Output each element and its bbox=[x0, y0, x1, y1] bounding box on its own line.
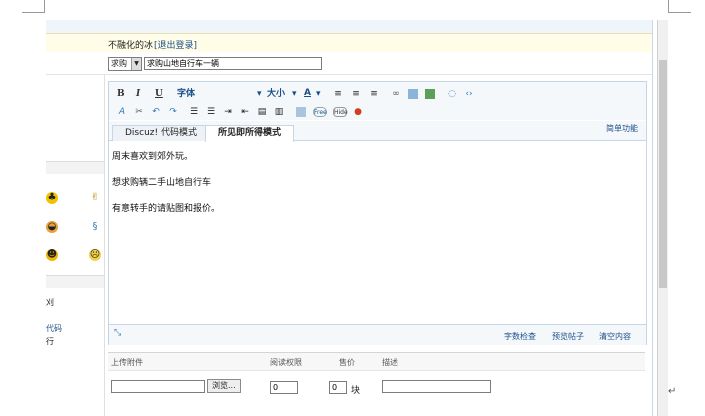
chevron-down-icon[interactable]: ▾ bbox=[257, 88, 262, 100]
subject-input[interactable] bbox=[144, 57, 322, 70]
scrollbar[interactable] bbox=[657, 20, 668, 416]
word-count-link[interactable]: 字数检查 bbox=[504, 331, 536, 342]
top-bar bbox=[46, 20, 652, 33]
logout-link[interactable]: [退出登录] bbox=[154, 38, 197, 51]
outdent-icon[interactable]: ⇤ bbox=[240, 107, 250, 117]
smiley-icon[interactable]: ☹ bbox=[89, 249, 101, 261]
flash-icon[interactable]: ● bbox=[353, 107, 363, 117]
swirl-icon[interactable]: § bbox=[89, 221, 101, 233]
smiley-icon[interactable]: ☻ bbox=[46, 249, 58, 261]
left-column: ♣ ✌ ◒ § ☻ ☹ 刈 代码 行 bbox=[46, 75, 105, 416]
page-corner-mark bbox=[668, 0, 691, 13]
editor-footer: ⤡ 字数检查 预览帖子 清空内容 bbox=[109, 324, 646, 345]
scrollbar-thumb[interactable] bbox=[659, 60, 667, 288]
ordered-list-icon[interactable]: ☰ bbox=[189, 107, 199, 117]
section-header bbox=[46, 276, 104, 288]
attachment-section: 上传附件 阅读权限 售价 描述 浏览... 块 bbox=[108, 352, 645, 416]
subject-row: 求购 ▼ bbox=[46, 52, 652, 75]
left-item: 行 bbox=[46, 337, 54, 346]
image-icon[interactable] bbox=[408, 89, 418, 99]
code-icon[interactable]: ‹› bbox=[464, 89, 474, 99]
header-upload: 上传附件 bbox=[111, 358, 143, 367]
clear-format-icon[interactable]: A bbox=[117, 107, 127, 117]
italic-button[interactable]: I bbox=[136, 88, 140, 100]
content-line: 有意转手的请贴图和报价。 bbox=[112, 204, 221, 214]
float-left-icon[interactable]: ▤ bbox=[257, 107, 267, 117]
header-price: 售价 bbox=[339, 358, 355, 367]
chevron-down-icon: ▼ bbox=[131, 58, 141, 70]
unordered-list-icon[interactable]: ☰ bbox=[206, 107, 216, 117]
left-item: 刈 bbox=[46, 298, 54, 307]
align-center-icon[interactable]: ≡ bbox=[351, 89, 361, 99]
login-bar: 不融化的冰 [退出登录] bbox=[46, 33, 652, 53]
editor-mode-tabs: Discuz! 代码模式 所见即所得模式 简单功能 bbox=[109, 121, 646, 142]
table-icon[interactable] bbox=[296, 107, 306, 117]
content-line: 想求购辆二手山地自行车 bbox=[112, 178, 212, 188]
tab-code-mode[interactable]: Discuz! 代码模式 bbox=[112, 125, 210, 141]
content-line: 周末喜欢到郊外玩。 bbox=[112, 152, 194, 162]
smiley-icon[interactable]: ◒ bbox=[46, 221, 58, 233]
tab-wysiwyg-mode[interactable]: 所见即所得模式 bbox=[205, 125, 295, 142]
price-unit: 块 bbox=[351, 386, 361, 396]
chevron-down-icon[interactable]: ▾ bbox=[292, 88, 297, 100]
page-corner-mark bbox=[22, 0, 45, 13]
undo-icon[interactable]: ↶ bbox=[151, 107, 161, 117]
post-editor: B I U 字体 ▾ 大小 ▾ A ▾ ≡ ≡ ≡ ∞ ◌ ‹› A ✂ ↶ ↷… bbox=[108, 81, 647, 345]
media-icon[interactable] bbox=[425, 89, 435, 99]
resize-icon[interactable]: ⤡ bbox=[114, 328, 121, 338]
chevron-down-icon[interactable]: ▾ bbox=[316, 88, 321, 100]
simple-mode-link[interactable]: 简单功能 bbox=[606, 123, 638, 134]
price-input[interactable] bbox=[329, 381, 347, 394]
redo-icon[interactable]: ↷ bbox=[168, 107, 178, 117]
smiley-icon[interactable]: ♣ bbox=[46, 192, 58, 204]
font-select[interactable]: 字体 bbox=[177, 88, 195, 100]
description-input[interactable] bbox=[382, 380, 491, 393]
font-color-icon[interactable]: A bbox=[304, 87, 311, 99]
bold-button[interactable]: B bbox=[117, 88, 125, 100]
align-right-icon[interactable]: ≡ bbox=[369, 89, 379, 99]
preview-link[interactable]: 预览帖子 bbox=[552, 331, 584, 342]
attachment-header: 上传附件 阅读权限 售价 描述 bbox=[108, 352, 645, 371]
quote-icon[interactable]: ◌ bbox=[447, 89, 457, 99]
header-permission: 阅读权限 bbox=[270, 358, 302, 367]
browse-button[interactable]: 浏览... bbox=[207, 379, 241, 393]
size-select[interactable]: 大小 bbox=[267, 88, 285, 100]
float-right-icon[interactable]: ▥ bbox=[274, 107, 284, 117]
underline-button[interactable]: U bbox=[155, 88, 163, 100]
victory-icon[interactable]: ✌ bbox=[89, 192, 101, 204]
header-description: 描述 bbox=[382, 358, 398, 367]
clear-content-link[interactable]: 清空内容 bbox=[599, 331, 631, 342]
unlink-icon[interactable]: ✂ bbox=[134, 107, 144, 117]
indent-icon[interactable]: ⇥ bbox=[223, 107, 233, 117]
smilies-header bbox=[46, 162, 104, 174]
hide-icon[interactable]: Hide bbox=[333, 107, 348, 117]
file-path-input[interactable] bbox=[111, 380, 205, 393]
left-item[interactable]: 代码 bbox=[46, 323, 62, 334]
link-icon[interactable]: ∞ bbox=[391, 89, 401, 99]
free-icon[interactable]: Free bbox=[313, 107, 327, 117]
editor-toolbar: B I U 字体 ▾ 大小 ▾ A ▾ ≡ ≡ ≡ ∞ ◌ ‹› A ✂ ↶ ↷… bbox=[109, 82, 646, 120]
read-permission-input[interactable] bbox=[270, 381, 298, 394]
type-select[interactable]: 求购 ▼ bbox=[108, 57, 142, 71]
username: 不融化的冰 bbox=[108, 41, 154, 51]
align-left-icon[interactable]: ≡ bbox=[333, 89, 343, 99]
editor-content[interactable]: 周末喜欢到郊外玩。 想求购辆二手山地自行车 有意转手的请贴图和报价。 bbox=[109, 142, 646, 322]
return-mark-icon: ↵ bbox=[668, 386, 677, 397]
